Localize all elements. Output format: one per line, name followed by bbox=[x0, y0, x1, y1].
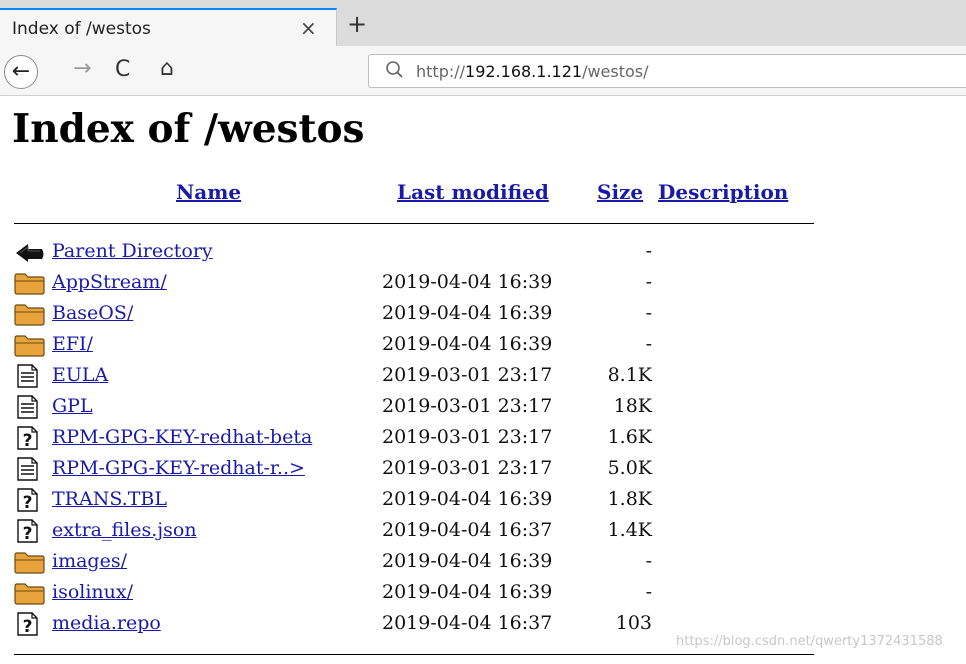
tab-title: Index of /westos bbox=[12, 19, 151, 39]
last-modified: 2019-04-04 16:37 bbox=[382, 612, 553, 634]
file-link[interactable]: BaseOS/ bbox=[52, 302, 133, 324]
file-size: - bbox=[645, 240, 652, 262]
table-row: ? TRANS.TBL 2019-04-04 16:39 1.8K bbox=[14, 485, 834, 516]
table-row: EULA 2019-03-01 23:17 8.1K bbox=[14, 361, 834, 392]
file-link[interactable]: Parent Directory bbox=[52, 240, 213, 262]
search-icon bbox=[386, 61, 403, 78]
file-link[interactable]: TRANS.TBL bbox=[52, 488, 167, 510]
column-header-last-modified[interactable]: Last modified bbox=[397, 180, 549, 204]
column-header-name[interactable]: Name bbox=[176, 180, 241, 204]
table-row: BaseOS/2019-04-04 16:39 - bbox=[14, 299, 834, 330]
file-size: 8.1K bbox=[607, 364, 652, 386]
folder-icon[interactable] bbox=[14, 333, 48, 357]
file-link[interactable]: EULA bbox=[52, 364, 108, 386]
last-modified: 2019-03-01 23:17 bbox=[382, 426, 553, 448]
new-tab-button[interactable]: + bbox=[347, 10, 367, 38]
last-modified: 2019-04-04 16:37 bbox=[382, 519, 553, 541]
home-button[interactable]: ⌂ bbox=[160, 56, 174, 81]
url-scheme: http:// bbox=[416, 62, 466, 81]
table-row: EFI/2019-04-04 16:39 - bbox=[14, 330, 834, 361]
file-size: 103 bbox=[615, 612, 652, 634]
svg-text:?: ? bbox=[23, 493, 33, 512]
text-file-icon[interactable] bbox=[14, 457, 48, 481]
column-header-size[interactable]: Size bbox=[597, 180, 643, 204]
unknown-file-icon[interactable]: ? bbox=[14, 612, 48, 637]
svg-text:?: ? bbox=[23, 617, 33, 636]
table-row: ? RPM-GPG-KEY-redhat-beta 2019-03-01 23:17… bbox=[14, 423, 834, 454]
file-size: 1.8K bbox=[607, 488, 652, 510]
file-link[interactable]: RPM-GPG-KEY-redhat-r..> bbox=[52, 457, 305, 479]
file-link[interactable]: AppStream/ bbox=[52, 271, 167, 293]
header-divider bbox=[14, 223, 814, 224]
last-modified: 2019-03-01 23:17 bbox=[382, 395, 553, 417]
folder-icon[interactable] bbox=[14, 550, 48, 574]
file-size: - bbox=[645, 550, 652, 572]
table-row: RPM-GPG-KEY-redhat-r..> 2019-03-01 23:17 5… bbox=[14, 454, 834, 485]
file-link[interactable]: isolinux/ bbox=[52, 581, 133, 603]
file-size: 5.0K bbox=[607, 457, 652, 479]
folder-icon[interactable] bbox=[14, 581, 48, 605]
svg-text:?: ? bbox=[23, 524, 33, 543]
file-size: - bbox=[645, 581, 652, 603]
file-size: - bbox=[645, 302, 652, 324]
last-modified: 2019-04-04 16:39 bbox=[382, 550, 553, 572]
footer-divider bbox=[14, 654, 814, 655]
file-link[interactable]: GPL bbox=[52, 395, 93, 417]
folder-icon[interactable] bbox=[14, 271, 48, 295]
file-link[interactable]: EFI/ bbox=[52, 333, 93, 355]
tab-bar: Index of /westos × + bbox=[0, 0, 966, 46]
table-row: Parent Directory - bbox=[14, 237, 834, 268]
svg-text:?: ? bbox=[23, 431, 33, 450]
file-size: 1.6K bbox=[607, 426, 652, 448]
file-size: - bbox=[645, 271, 652, 293]
table-row: GPL 2019-03-01 23:17 18K bbox=[14, 392, 834, 423]
last-modified: 2019-04-04 16:39 bbox=[382, 581, 553, 603]
browser-tab[interactable]: Index of /westos × bbox=[0, 8, 337, 46]
table-row: images/2019-04-04 16:39 - bbox=[14, 547, 834, 578]
last-modified: 2019-03-01 23:17 bbox=[382, 364, 553, 386]
forward-button[interactable]: → bbox=[73, 56, 91, 81]
file-link[interactable]: RPM-GPG-KEY-redhat-beta bbox=[52, 426, 312, 448]
close-tab-icon[interactable]: × bbox=[300, 16, 317, 40]
address-bar[interactable]: http://192.168.1.121/westos/ bbox=[368, 54, 966, 88]
column-header-description[interactable]: Description bbox=[658, 180, 788, 204]
file-link[interactable]: images/ bbox=[52, 550, 127, 572]
unknown-file-icon[interactable]: ? bbox=[14, 519, 48, 544]
file-link[interactable]: media.repo bbox=[52, 612, 161, 634]
folder-icon[interactable] bbox=[14, 302, 48, 326]
last-modified: 2019-04-04 16:39 bbox=[382, 488, 553, 510]
table-row: ? extra_files.json 2019-04-04 16:37 1.4K bbox=[14, 516, 834, 547]
file-size: - bbox=[645, 333, 652, 355]
last-modified: 2019-04-04 16:39 bbox=[382, 302, 553, 324]
file-size: 1.4K bbox=[607, 519, 652, 541]
back-button[interactable]: ← bbox=[4, 55, 38, 89]
last-modified: 2019-03-01 23:17 bbox=[382, 457, 553, 479]
unknown-file-icon[interactable]: ? bbox=[14, 488, 48, 513]
last-modified: 2019-04-04 16:39 bbox=[382, 271, 553, 293]
navigation-toolbar: ← → C ⌂ http://192.168.1.121/westos/ bbox=[0, 46, 966, 96]
file-link[interactable]: extra_files.json bbox=[52, 519, 197, 541]
table-row: AppStream/2019-04-04 16:39 - bbox=[14, 268, 834, 299]
url-path: /westos/ bbox=[582, 62, 649, 81]
last-modified: 2019-04-04 16:39 bbox=[382, 333, 553, 355]
unknown-file-icon[interactable]: ? bbox=[14, 426, 48, 451]
back-arrow-icon[interactable] bbox=[14, 240, 48, 264]
url-text[interactable]: http://192.168.1.121/westos/ bbox=[416, 62, 649, 81]
text-file-icon[interactable] bbox=[14, 395, 48, 419]
reload-button[interactable]: C bbox=[115, 57, 130, 82]
page-title: Index of /westos bbox=[12, 106, 365, 152]
text-file-icon[interactable] bbox=[14, 364, 48, 388]
file-size: 18K bbox=[613, 395, 652, 417]
watermark: https://blog.csdn.net/qwerty1372431588 bbox=[676, 634, 943, 649]
table-row: isolinux/2019-04-04 16:39 - bbox=[14, 578, 834, 609]
url-host: 192.168.1.121 bbox=[465, 62, 583, 81]
